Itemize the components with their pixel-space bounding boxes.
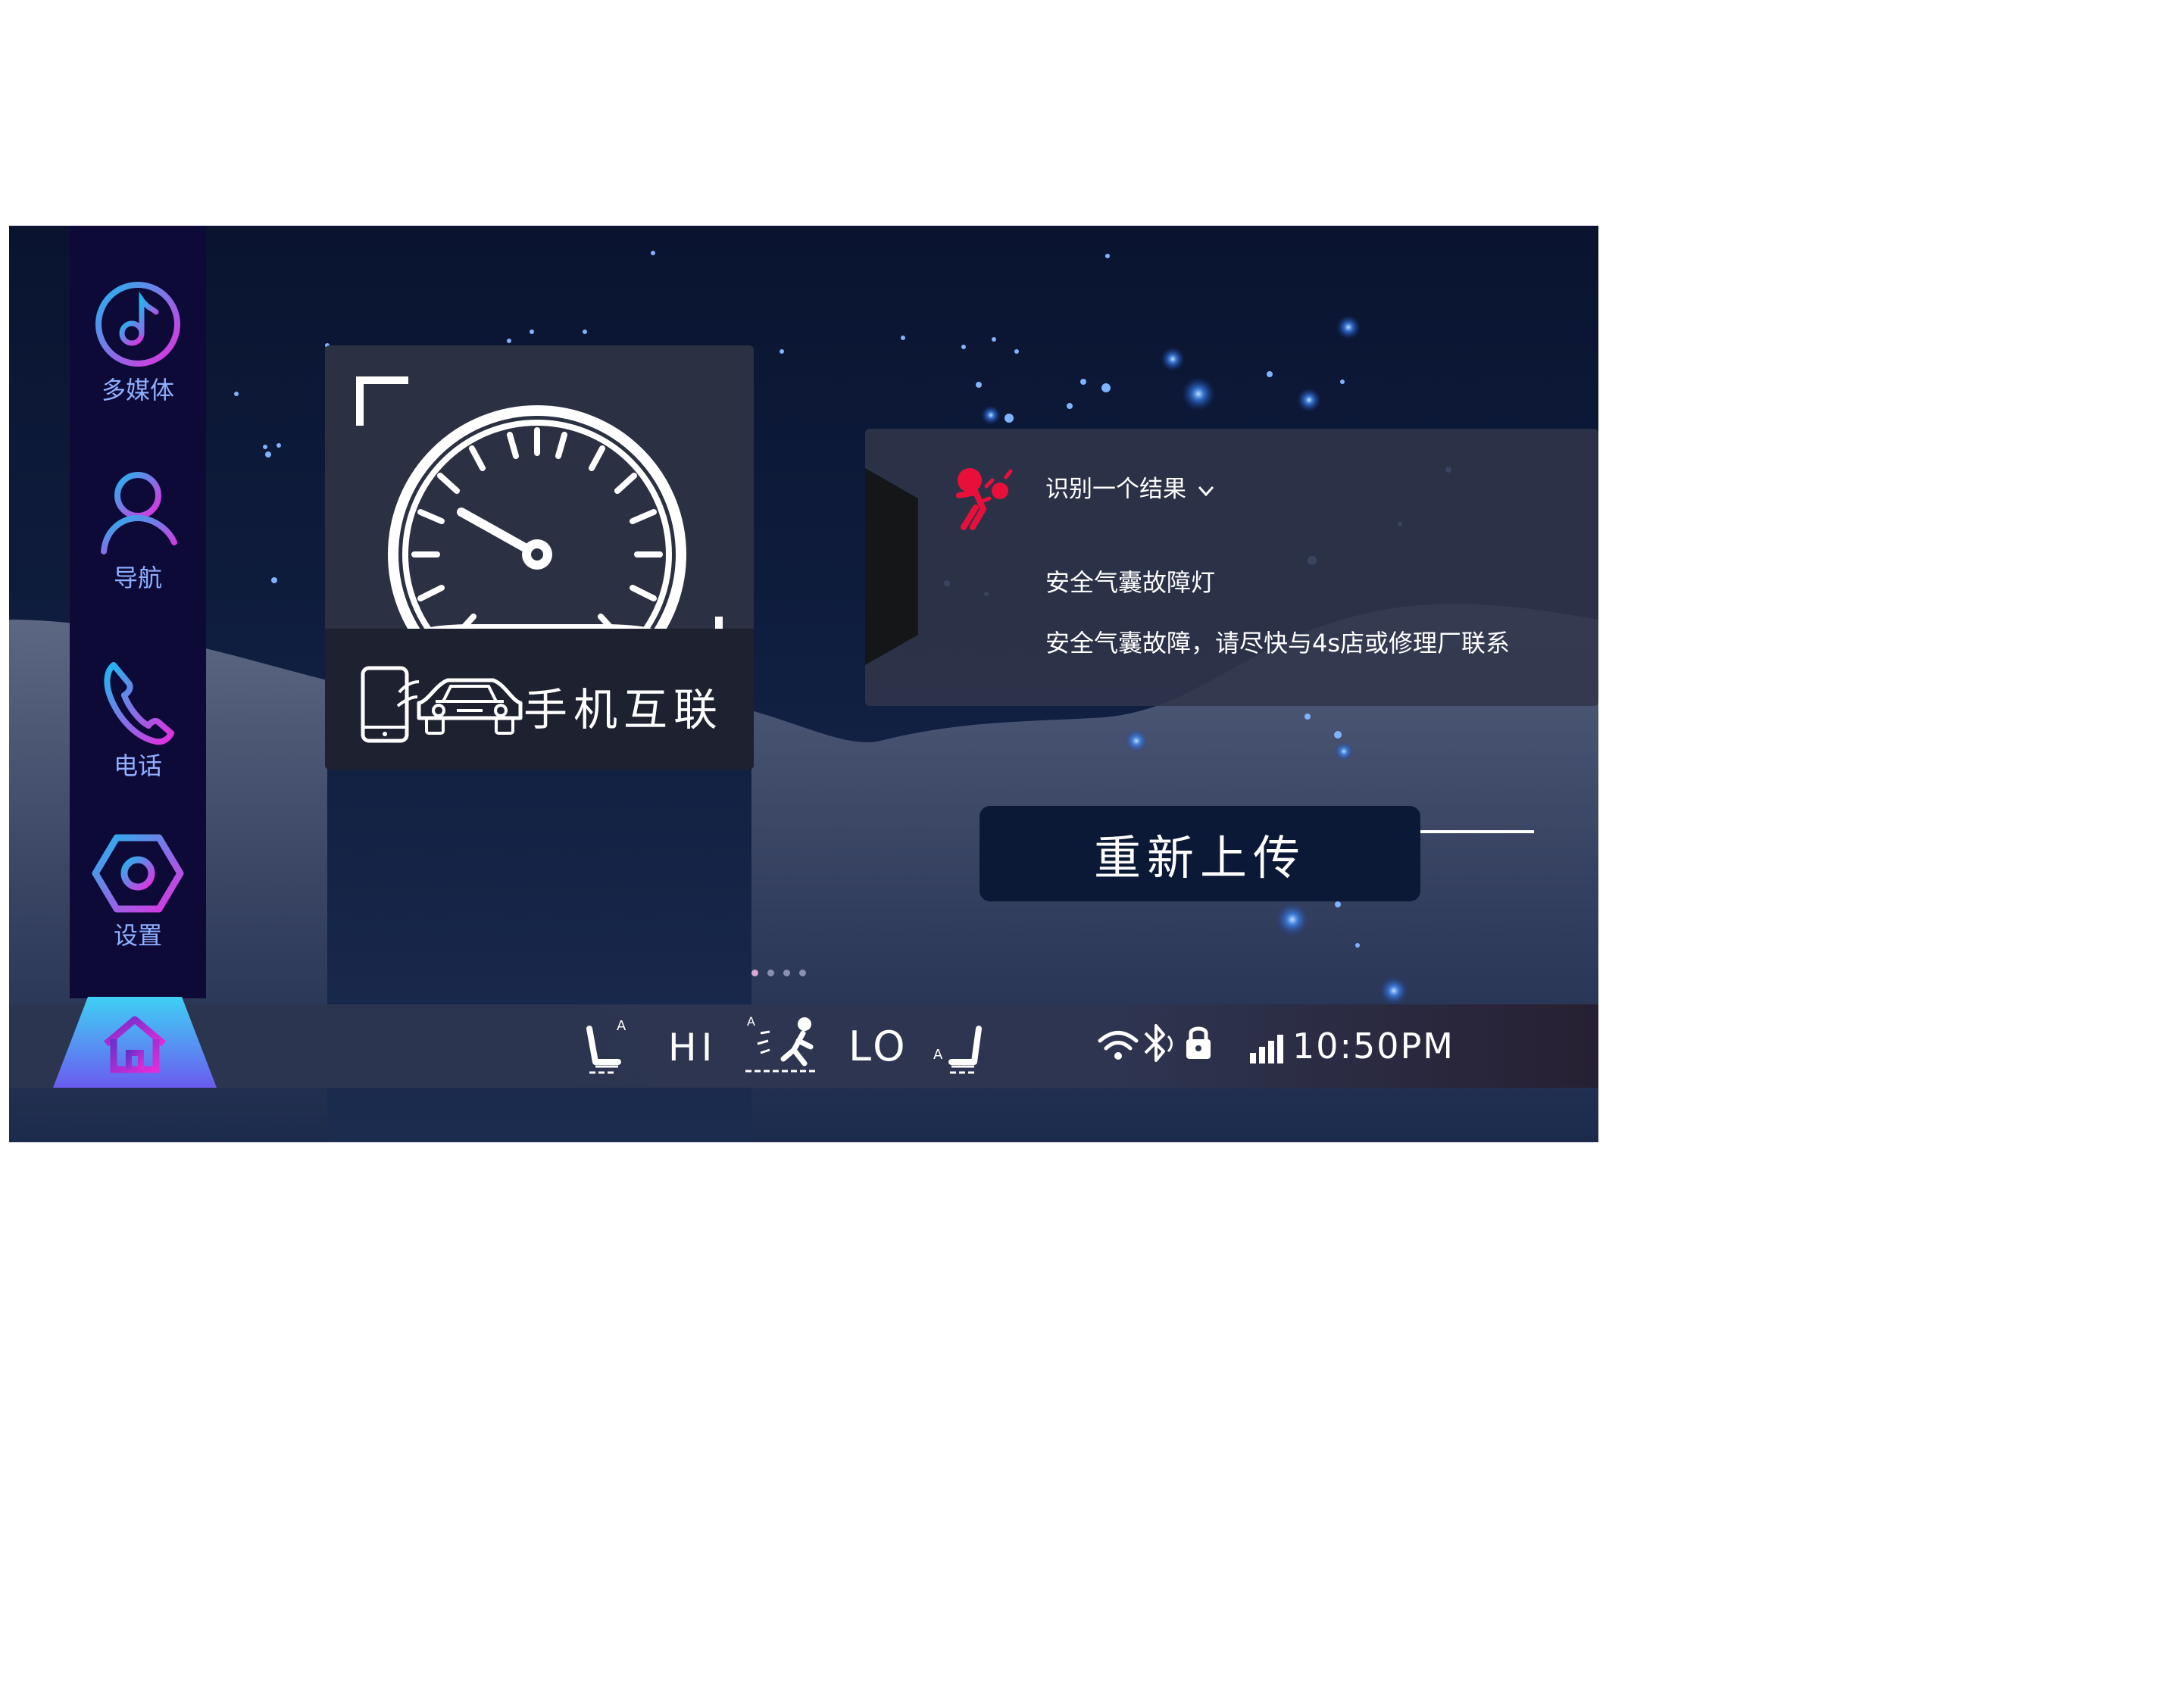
sidebar-item-label: 电话 (113, 751, 162, 780)
reupload-button[interactable]: 重新上传 (980, 806, 1420, 901)
svg-text:A: A (933, 1047, 943, 1063)
sidebar-item-phone[interactable]: 电话 (70, 654, 206, 782)
chevron-down-icon (1198, 486, 1214, 496)
fan-level-hi[interactable]: HI (668, 1026, 717, 1070)
star (1105, 254, 1110, 258)
star (1161, 347, 1185, 371)
phone-link-footer: 手机互联 (325, 629, 754, 770)
page-dot[interactable] (799, 970, 806, 976)
star (1340, 379, 1345, 384)
star (651, 251, 655, 255)
star (901, 336, 905, 340)
home-button[interactable] (53, 997, 217, 1088)
car-screen: 多媒体 导航 电话 设置 手机互联 识别一个结果 安全气囊故障灯 安全气囊故障，… (9, 226, 1598, 1142)
result-item-name: 安全气囊故障灯 (1045, 568, 1216, 597)
star (976, 382, 982, 388)
star (1067, 403, 1073, 409)
sidebar: 多媒体 导航 电话 设置 (70, 226, 206, 998)
seat-auto-left-icon[interactable]: A (576, 1013, 636, 1082)
person-icon (101, 472, 177, 554)
star (271, 577, 277, 583)
panel-side-tab (865, 468, 918, 665)
star (1124, 729, 1148, 753)
star (1334, 742, 1354, 761)
star (1014, 349, 1019, 354)
sidebar-item-label: 导航 (113, 564, 162, 592)
phone-car-link-icon (361, 666, 523, 743)
page-dot[interactable] (751, 970, 758, 976)
star (1334, 731, 1342, 739)
phone-link-card[interactable]: 手机互联 (325, 345, 754, 770)
sidebar-item-settings[interactable]: 设置 (70, 832, 206, 951)
star (507, 339, 511, 343)
star (1005, 414, 1014, 423)
star (263, 445, 267, 449)
svg-text:A: A (747, 1014, 755, 1029)
star (1336, 315, 1361, 339)
star (1080, 379, 1086, 385)
clock-time: 10:50PM (1292, 1026, 1454, 1067)
star (1297, 388, 1321, 412)
star (1355, 943, 1360, 948)
airflow-person-icon[interactable]: A (744, 1010, 820, 1079)
recognition-result-panel: 识别一个结果 安全气囊故障灯 安全气囊故障，请尽快与4s店或修理厂联系 (865, 429, 1598, 706)
result-item-description: 安全气囊故障，请尽快与4s店或修理厂联系 (1045, 629, 1511, 657)
star (1101, 383, 1111, 392)
star (530, 329, 534, 334)
sidebar-item-label: 多媒体 (101, 376, 174, 404)
fan-level-lo[interactable]: LO (848, 1023, 908, 1070)
svg-text:A: A (617, 1018, 626, 1034)
star (1181, 376, 1216, 411)
wifi-icon[interactable] (1095, 1024, 1141, 1070)
phone-link-label: 手机互联 (523, 684, 724, 736)
star (780, 349, 784, 354)
seat-auto-right-icon[interactable]: A (932, 1013, 992, 1082)
star (1267, 371, 1273, 377)
page-dot[interactable] (783, 970, 790, 976)
airbag-warning-icon (956, 468, 1013, 530)
hexagon-settings-icon (92, 834, 184, 913)
sidebar-item-label: 设置 (113, 921, 162, 950)
sidebar-item-navigation[interactable]: 导航 (70, 467, 206, 594)
star (277, 443, 281, 448)
phone-icon (104, 662, 174, 745)
page-dot[interactable] (767, 970, 774, 976)
divider-line (1420, 830, 1534, 833)
bluetooth-icon[interactable] (1141, 1021, 1179, 1067)
lock-icon[interactable] (1183, 1021, 1214, 1067)
star (1379, 976, 1409, 1006)
sidebar-item-multimedia[interactable]: 多媒体 (70, 279, 206, 406)
star (1304, 714, 1311, 720)
star (1275, 902, 1310, 937)
speedometer-icon (356, 376, 723, 629)
signal-bars-icon (1250, 1035, 1283, 1063)
result-title[interactable]: 识别一个结果 (1045, 470, 1215, 504)
music-note-icon (95, 282, 180, 367)
star (1335, 901, 1341, 907)
result-title-text: 识别一个结果 (1045, 476, 1186, 503)
star (961, 345, 966, 349)
star (234, 392, 239, 396)
star (981, 405, 1001, 425)
page-indicator (751, 965, 815, 979)
star (992, 337, 996, 342)
star (265, 451, 271, 458)
star (583, 329, 587, 334)
